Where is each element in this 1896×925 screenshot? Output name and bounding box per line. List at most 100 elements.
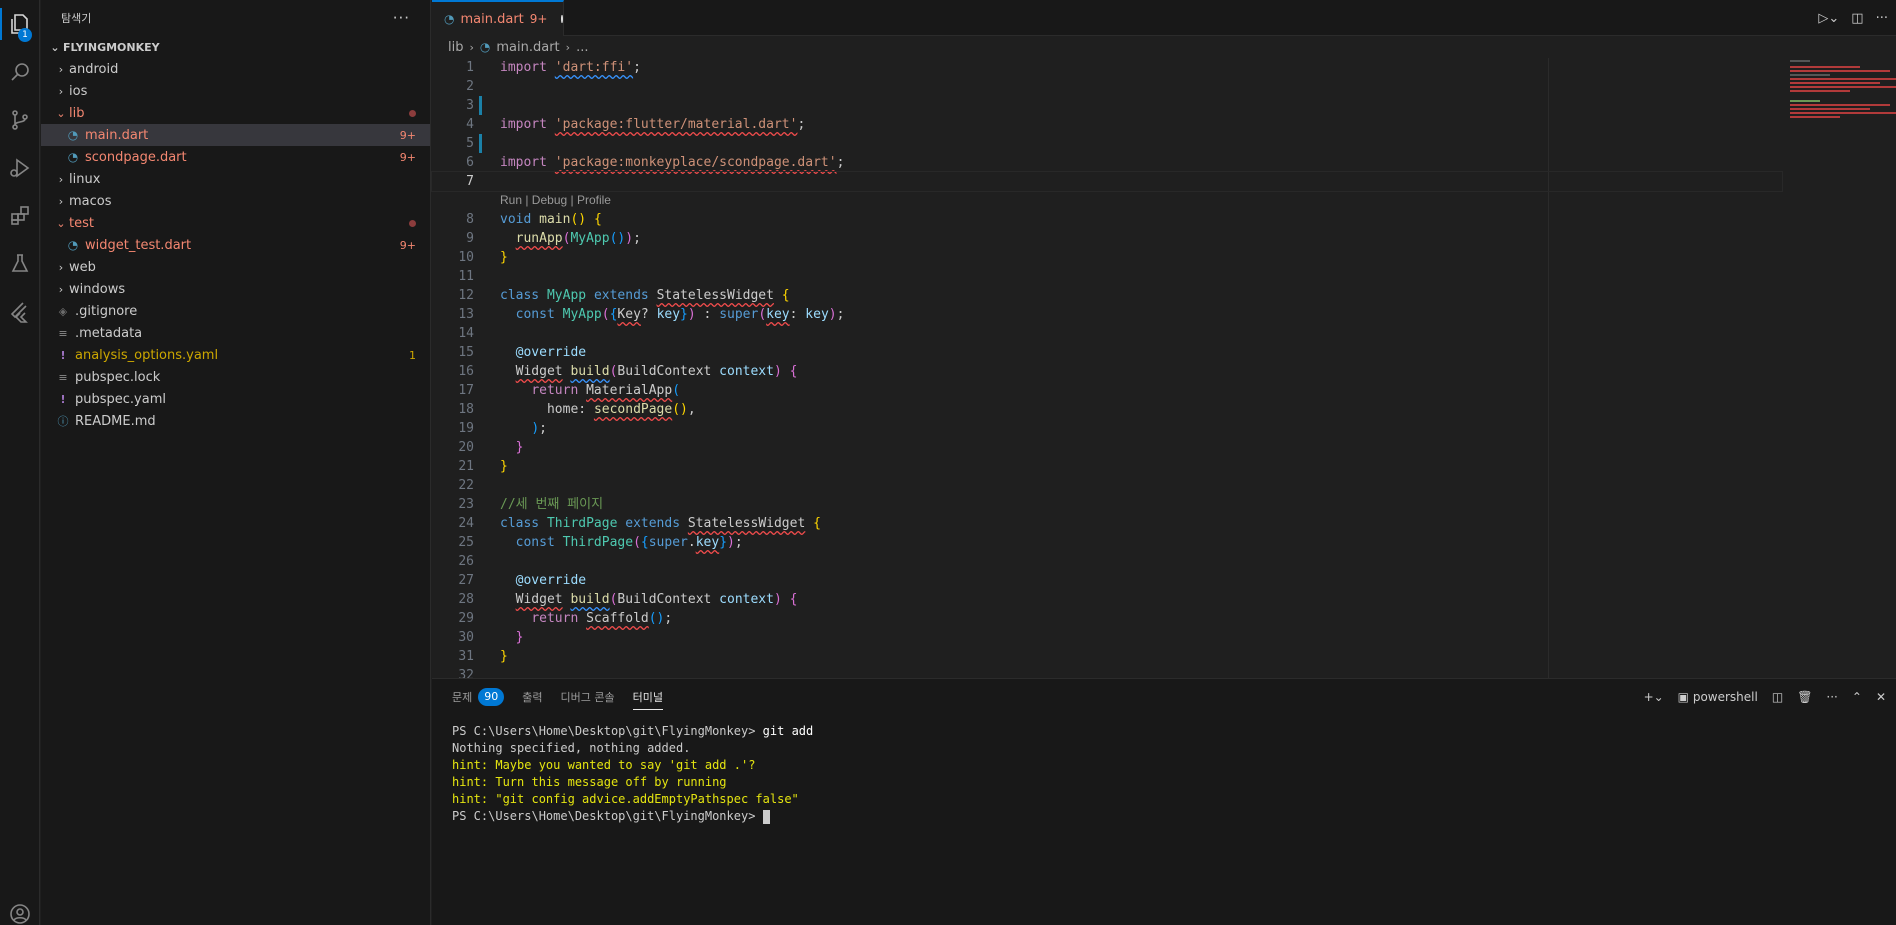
chevron-right-icon: ›: [469, 40, 474, 54]
codelens-run-debug-profile[interactable]: Run | Debug | Profile: [432, 191, 1782, 210]
tree-item-widget-test-dart[interactable]: ◔ widget_test.dart 9+: [41, 234, 430, 256]
breadcrumb: lib › ◔ main.dart › ...: [432, 36, 1896, 58]
testing-button[interactable]: [0, 244, 40, 284]
tab-label: 디버그 콘솔: [560, 691, 615, 704]
tree-item-android[interactable]: › android: [41, 58, 430, 80]
chevron-down-icon: ⌄: [56, 106, 66, 120]
code-line: 29 return Scaffold();: [458, 611, 673, 626]
unsaved-dot-icon[interactable]: [561, 15, 563, 23]
tab-label: main.dart: [460, 11, 524, 27]
tree-item-label: web: [69, 259, 96, 275]
bottom-panel: 문제 90 출력 디버그 콘솔 터미널 +⌄ ▣ powershell ◫ 🗑 …: [432, 678, 1896, 925]
tree-item-scondpage-dart[interactable]: ◔ scondpage.dart 9+: [41, 146, 430, 168]
git-file-icon: ◈: [58, 304, 68, 318]
split-editor-icon[interactable]: ◫: [1851, 11, 1863, 26]
explorer-button[interactable]: 1: [0, 4, 40, 44]
tab-problems[interactable]: 문제 90: [452, 688, 505, 706]
search-icon: [11, 63, 29, 81]
tree-item-analysis-options[interactable]: ! analysis_options.yaml 1: [41, 344, 430, 366]
tree-item-label: lib: [69, 105, 85, 121]
terminal-output[interactable]: PS C:\Users\Home\Desktop\git\FlyingMonke…: [452, 723, 813, 825]
tree-item-label: .metadata: [75, 325, 143, 341]
source-control-button[interactable]: [0, 100, 40, 140]
tab-main-dart[interactable]: ◔ main.dart 9+: [432, 0, 564, 36]
activity-bar: 1: [0, 0, 40, 925]
chevron-right-icon: ›: [58, 282, 64, 296]
breadcrumb-lib[interactable]: lib: [448, 40, 463, 55]
source-control-icon: [12, 110, 28, 130]
code-line: 4 import 'package:flutter/material.dart';: [466, 117, 806, 132]
tree-item-readme[interactable]: ⓘ README.md: [41, 410, 430, 432]
code-line: 17 return MaterialApp(: [458, 383, 681, 398]
powershell-icon: ▣: [1677, 690, 1690, 704]
code-line: 12 class MyApp extends StatelessWidget {: [458, 288, 790, 303]
terminal-profile[interactable]: ▣ powershell: [1678, 690, 1758, 704]
problem-count: 1: [409, 348, 416, 362]
tree-item-pubspec-yaml[interactable]: ! pubspec.yaml: [41, 388, 430, 410]
code-line: 26: [458, 554, 474, 569]
tree-item-linux[interactable]: › linux: [41, 168, 430, 190]
breadcrumb-symbol[interactable]: ...: [576, 40, 588, 55]
workspace-root-label: FLYINGMONKEY: [63, 40, 160, 54]
chevron-right-icon: ›: [58, 194, 64, 208]
explorer-more-button[interactable]: ···: [393, 9, 410, 27]
code-line: 24 class ThirdPage extends StatelessWidge…: [458, 516, 821, 531]
code-editor[interactable]: 1 import 'dart:ffi'; 2 3 4 import 'package…: [431, 58, 1783, 683]
terminal-line: Nothing specified, nothing added.: [452, 741, 691, 755]
error-dot: [409, 217, 416, 230]
tree-item-label: ios: [69, 83, 88, 99]
error-dot: [409, 107, 416, 120]
terminal-line: hint: Turn this message off by running: [452, 775, 727, 789]
tree-item-label: main.dart: [85, 127, 149, 143]
tree-item-gitignore[interactable]: ◈ .gitignore: [41, 300, 430, 322]
more-icon[interactable]: ···: [1826, 690, 1837, 704]
tab-output[interactable]: 출력: [522, 689, 542, 705]
tab-label: 출력: [522, 691, 543, 704]
tree-item-label: linux: [69, 171, 101, 187]
code-line: 16 Widget build(BuildContext context) {: [458, 364, 798, 379]
breadcrumb-file[interactable]: main.dart: [496, 40, 559, 55]
workspace-root[interactable]: ⌄ FLYINGMONKEY: [41, 36, 430, 58]
code-line: 20 }: [458, 440, 524, 455]
tree-item-main-dart[interactable]: ◔ main.dart 9+: [41, 124, 430, 146]
tree-item-macos[interactable]: › macos: [41, 190, 430, 212]
tree-item-label: pubspec.lock: [75, 369, 161, 385]
tab-bar: ◔ main.dart 9+ ▷⌄ ◫ ···: [432, 0, 1896, 36]
tab-terminal[interactable]: 터미널: [632, 689, 663, 710]
flutter-button[interactable]: [0, 292, 40, 332]
chevron-up-icon[interactable]: ⌃: [1852, 690, 1862, 704]
editor-actions: ▷⌄ ◫ ···: [1818, 0, 1888, 36]
code-line: 13 const MyApp({Key? key}) : super(key: …: [458, 307, 845, 322]
chevron-down-icon: ⌄: [50, 40, 60, 54]
dart-file-icon: ◔: [444, 12, 455, 26]
run-debug-button[interactable]: [0, 148, 40, 188]
code-line: 10}: [458, 250, 508, 265]
code-line: 22: [458, 478, 474, 493]
more-actions-icon[interactable]: ···: [1876, 11, 1888, 26]
run-split-button[interactable]: ▷⌄: [1818, 11, 1839, 26]
explorer-badge: 1: [18, 28, 32, 42]
tree-item-web[interactable]: › web: [41, 256, 430, 278]
tab-debug-console[interactable]: 디버그 콘솔: [561, 689, 615, 705]
tree-item-metadata[interactable]: ≡ .metadata: [41, 322, 430, 344]
problem-count: 9+: [399, 128, 416, 142]
trash-icon[interactable]: 🗑: [1797, 690, 1812, 704]
flutter-icon: [10, 302, 28, 323]
tree-item-test[interactable]: ⌄ test: [41, 212, 430, 234]
extensions-button[interactable]: [0, 196, 40, 236]
tab-problem-count: 9+: [529, 12, 548, 26]
tree-item-windows[interactable]: › windows: [41, 278, 430, 300]
minimap[interactable]: [1782, 58, 1896, 138]
new-terminal-button[interactable]: +⌄: [1644, 690, 1664, 704]
tree-item-pubspec-lock[interactable]: ≡ pubspec.lock: [41, 366, 430, 388]
editor-area: ◔ main.dart 9+ ▷⌄ ◫ ··· lib › ◔ main.dar…: [431, 0, 1896, 683]
tree-item-lib[interactable]: ⌄ lib: [41, 102, 430, 124]
close-icon[interactable]: ✕: [1876, 690, 1886, 704]
tree-item-label: macos: [69, 193, 112, 209]
split-terminal-icon[interactable]: ◫: [1772, 690, 1783, 704]
tree-item-label: android: [69, 61, 119, 77]
search-button[interactable]: [0, 52, 40, 92]
tree-item-ios[interactable]: › ios: [41, 80, 430, 102]
account-button[interactable]: [0, 894, 40, 925]
yaml-file-icon: !: [60, 348, 66, 362]
